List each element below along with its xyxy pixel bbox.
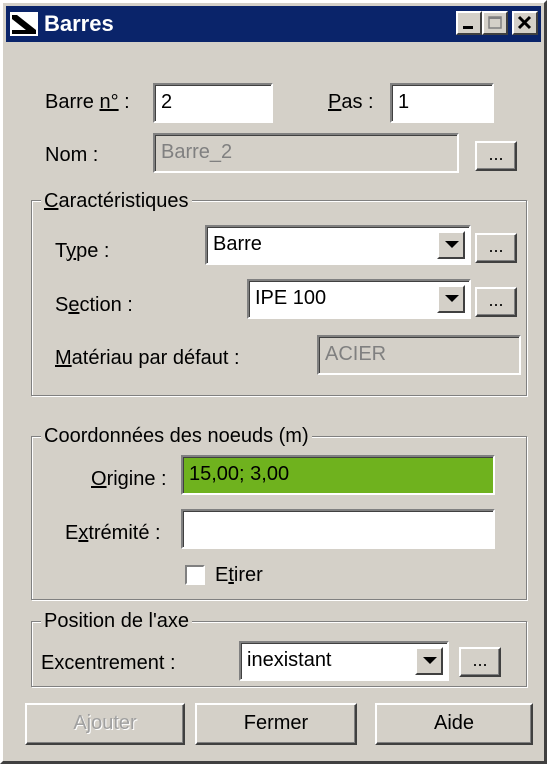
maximize-button[interactable]	[482, 11, 508, 35]
origine-input[interactable]: 15,00; 3,00	[181, 455, 495, 495]
minimize-button[interactable]	[456, 11, 482, 35]
close-button[interactable]	[512, 11, 538, 35]
chevron-down-icon	[445, 241, 459, 248]
section-select-value: IPE 100	[255, 287, 327, 309]
fermer-button[interactable]: Fermer	[195, 703, 357, 745]
pas-input[interactable]: 1	[390, 83, 494, 123]
coordonnees-title: Coordonnées des noeuds (m)	[41, 424, 312, 448]
ajouter-button[interactable]: Ajouter	[25, 703, 185, 745]
origine-label: Origine :	[91, 468, 167, 490]
type-select-value: Barre	[213, 233, 262, 255]
section-browse-button[interactable]: ...	[475, 287, 517, 317]
minimize-icon	[463, 26, 473, 29]
title-bar[interactable]: Barres	[6, 6, 541, 42]
materiau-label: Matériau par défaut :	[55, 347, 240, 369]
etirer-checkbox[interactable]	[185, 565, 205, 585]
type-browse-button[interactable]: ...	[475, 233, 517, 263]
type-select[interactable]: Barre	[205, 225, 471, 265]
extremite-label: Extrémité :	[65, 522, 161, 544]
excentrement-browse-button[interactable]: ...	[459, 647, 501, 677]
chevron-down-icon	[423, 657, 437, 664]
maximize-icon	[488, 16, 502, 29]
bar-icon	[10, 12, 38, 36]
section-select[interactable]: IPE 100	[247, 279, 471, 319]
etirer-label: Etirer	[215, 564, 263, 586]
excentrement-label: Excentrement :	[41, 652, 176, 674]
dialog-window: Barres Barre n° : 2 Pas : 1 Nom : Barre_…	[0, 0, 547, 764]
barre-number-label: Barre n° :	[45, 91, 130, 113]
chevron-down-icon	[445, 295, 459, 302]
nom-browse-button[interactable]: ...	[475, 141, 517, 171]
excentrement-select-value: inexistant	[247, 649, 332, 671]
type-dropdown-button[interactable]	[437, 231, 465, 259]
type-label: Type :	[55, 240, 110, 262]
barre-number-input[interactable]: 2	[153, 83, 273, 123]
window-title: Barres	[44, 11, 114, 36]
excentrement-dropdown-button[interactable]	[415, 647, 443, 675]
close-icon	[517, 15, 532, 30]
position-title: Position de l'axe	[41, 609, 193, 633]
aide-button[interactable]: Aide	[375, 703, 533, 745]
nom-field: Barre_2	[153, 133, 459, 173]
nom-label: Nom :	[45, 144, 99, 166]
excentrement-select[interactable]: inexistant	[239, 641, 449, 681]
pas-label: Pas :	[328, 91, 374, 113]
section-label: Section :	[55, 294, 133, 316]
extremite-input[interactable]	[181, 509, 495, 549]
section-dropdown-button[interactable]	[437, 285, 465, 313]
caracteristiques-title: Caractéristiques	[41, 189, 192, 213]
materiau-field: ACIER	[317, 335, 521, 375]
